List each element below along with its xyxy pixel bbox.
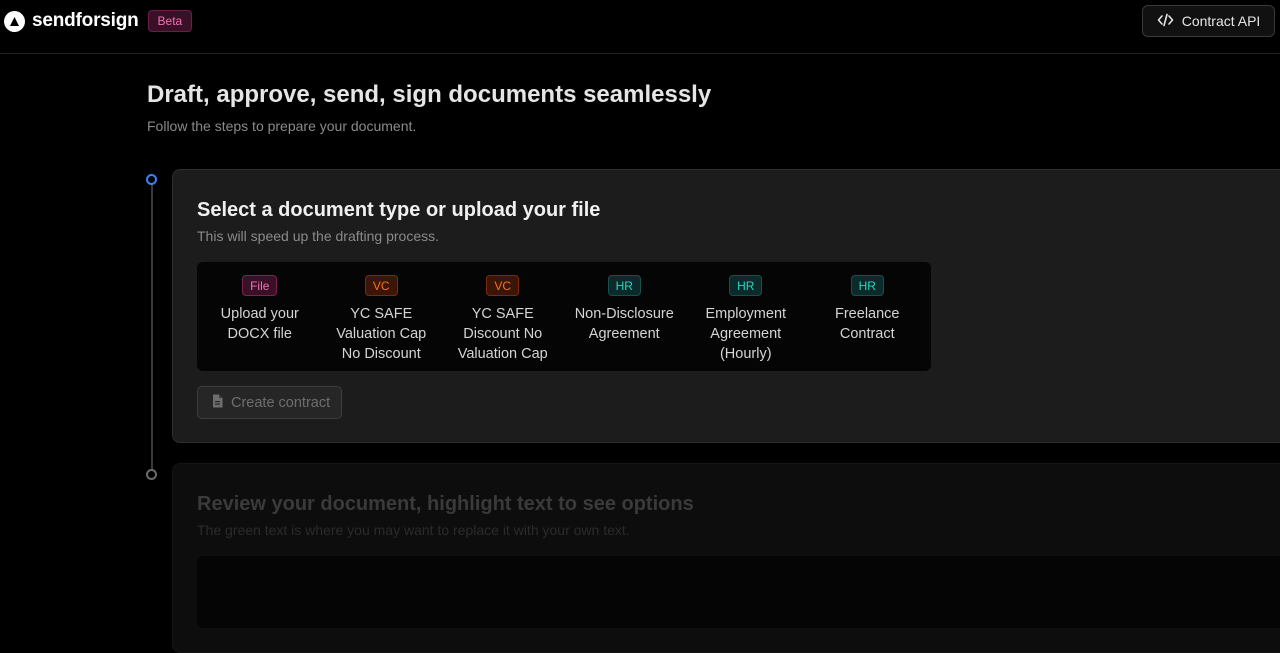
brand[interactable]: sendforsign Beta bbox=[4, 10, 193, 32]
file-icon bbox=[212, 394, 223, 412]
document-preview-area bbox=[197, 556, 1280, 628]
create-contract-button[interactable]: Create contract bbox=[197, 386, 342, 419]
doc-label: Upload your DOCX file bbox=[220, 306, 299, 342]
page-title: Draft, approve, send, sign documents sea… bbox=[147, 81, 712, 108]
step-2-title: Review your document, highlight text to … bbox=[197, 493, 694, 515]
doc-label: YC SAFE Valuation Cap No Discount bbox=[336, 306, 427, 362]
doc-tag: VC bbox=[486, 275, 520, 296]
doc-tag: VC bbox=[364, 275, 398, 296]
doc-option-freelance[interactable]: HR Freelance Contract bbox=[807, 262, 929, 371]
contract-api-button[interactable]: Contract API bbox=[1142, 5, 1275, 37]
page-subtitle: Follow the steps to prepare your documen… bbox=[147, 118, 417, 134]
create-contract-label: Create contract bbox=[231, 394, 331, 411]
doc-label: YC SAFE Discount No Valuation Cap bbox=[457, 306, 548, 362]
doc-tag: HR bbox=[607, 275, 641, 296]
doc-tag: HR bbox=[850, 275, 884, 296]
logo-icon bbox=[4, 10, 25, 32]
doc-label: Non-Disclosure Agreement bbox=[574, 306, 674, 342]
document-type-list: File Upload your DOCX file VC YC SAFE Va… bbox=[197, 262, 931, 371]
doc-option-nda[interactable]: HR Non-Disclosure Agreement bbox=[564, 262, 686, 371]
step-1-indicator bbox=[146, 174, 157, 185]
beta-badge: Beta bbox=[147, 10, 193, 32]
doc-option-employment[interactable]: HR Employment Agreement (Hourly) bbox=[685, 262, 807, 371]
contract-api-label: Contract API bbox=[1181, 13, 1261, 29]
doc-label: Freelance Contract bbox=[835, 306, 900, 342]
doc-tag: File bbox=[242, 275, 278, 296]
brand-name: sendforsign bbox=[32, 10, 139, 31]
step-2-subtitle: The green text is where you may want to … bbox=[197, 522, 630, 538]
step-1-card: Select a document type or upload your fi… bbox=[172, 169, 1280, 443]
step-timeline bbox=[151, 180, 153, 474]
step-1-title: Select a document type or upload your fi… bbox=[197, 199, 601, 221]
step-1-subtitle: This will speed up the drafting process. bbox=[197, 228, 440, 244]
doc-option-upload-docx[interactable]: File Upload your DOCX file bbox=[199, 262, 321, 371]
doc-tag: HR bbox=[729, 275, 763, 296]
top-bar: sendforsign Beta Contract API bbox=[0, 0, 1280, 54]
code-icon bbox=[1157, 13, 1174, 30]
step-2-card: Review your document, highlight text to … bbox=[172, 463, 1280, 653]
doc-option-yc-safe-cap[interactable]: VC YC SAFE Valuation Cap No Discount bbox=[321, 262, 443, 371]
step-2-indicator bbox=[146, 469, 157, 480]
doc-label: Employment Agreement (Hourly) bbox=[705, 306, 787, 362]
doc-option-yc-safe-discount[interactable]: VC YC SAFE Discount No Valuation Cap bbox=[442, 262, 564, 371]
